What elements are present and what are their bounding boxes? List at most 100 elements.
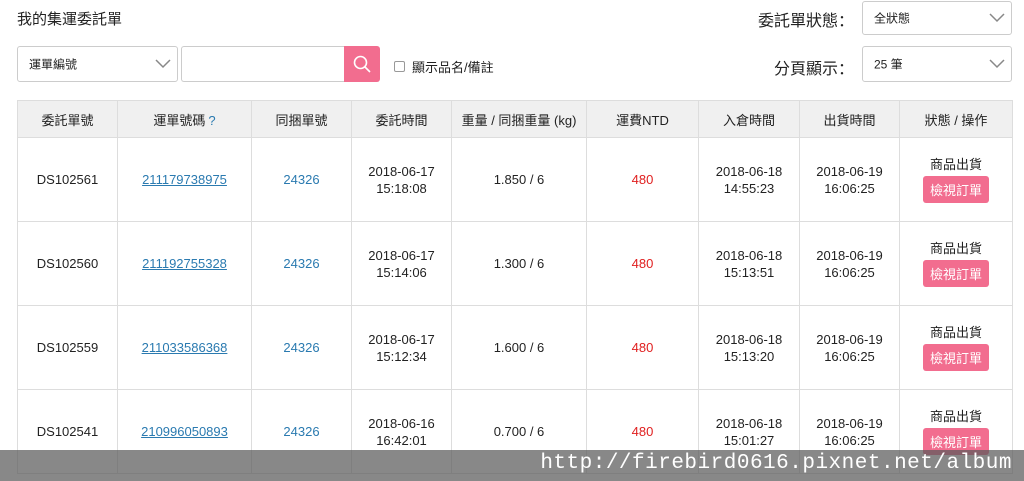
tracking-no-link[interactable]: 211179738975 xyxy=(142,172,227,187)
orders-table: 委託單號 運單號碼? 同捆單號 委託時間 重量 / 同捆重量 (kg) 運費NT… xyxy=(17,100,1013,474)
bundle-no[interactable]: 24326 xyxy=(283,424,319,439)
per-page-select[interactable]: 25 筆 xyxy=(862,46,1012,82)
table-row: DS102559 211033586368 24326 2018-06-17 15… xyxy=(17,305,1013,390)
order-time: 15:14:06 xyxy=(376,264,427,280)
ship-time-cell: 2018-06-19 16:06:25 xyxy=(799,221,900,306)
help-icon[interactable]: ? xyxy=(208,113,215,128)
ship-time: 16:06:25 xyxy=(824,348,875,364)
col-ship-time: 出貨時間 xyxy=(799,100,900,138)
status-text: 商品出貨 xyxy=(929,241,982,256)
tracking-no-link[interactable]: 211192755328 xyxy=(142,256,227,271)
per-page-select-value: 25 筆 xyxy=(874,57,903,72)
tracking-no-cell: 211179738975 xyxy=(117,137,252,222)
search-input[interactable] xyxy=(181,46,345,82)
col-status: 狀態 / 操作 xyxy=(899,100,1013,138)
in-date: 2018-06-18 xyxy=(715,331,783,347)
order-time: 15:18:08 xyxy=(376,180,427,196)
order-date: 2018-06-17 xyxy=(368,163,435,179)
orders-table-container: 委託單號 運單號碼? 同捆單號 委託時間 重量 / 同捆重量 (kg) 運費NT… xyxy=(17,100,1013,474)
table-row: DS102561 211179738975 24326 2018-06-17 15… xyxy=(17,137,1013,222)
status-select[interactable]: 全狀態 xyxy=(862,1,1012,35)
in-time: 15:13:20 xyxy=(723,348,775,364)
per-page-label: 分頁顯示： xyxy=(773,61,854,78)
status-text: 商品出貨 xyxy=(929,157,982,172)
status-cell: 商品出貨 檢視訂單 xyxy=(899,221,1013,306)
show-note-checkbox[interactable] xyxy=(394,61,405,72)
weight: 1.600 / 6 xyxy=(451,305,587,390)
order-time-cell: 2018-06-17 15:12:34 xyxy=(351,305,452,390)
status-filter-label: 委託單狀態： xyxy=(757,13,854,30)
in-time: 14:55:23 xyxy=(723,180,775,196)
in-date: 2018-06-18 xyxy=(715,415,783,431)
bundle-no-cell: 24326 xyxy=(251,137,352,222)
in-time-cell: 2018-06-18 14:55:23 xyxy=(698,137,800,222)
ship-date: 2018-06-19 xyxy=(816,247,883,263)
col-order-time: 委託時間 xyxy=(351,100,452,138)
in-time: 15:13:51 xyxy=(723,264,775,280)
in-time: 15:01:27 xyxy=(723,432,775,448)
bundle-no[interactable]: 24326 xyxy=(283,340,319,355)
ship-time-cell: 2018-06-19 16:06:25 xyxy=(799,137,900,222)
status-text: 商品出貨 xyxy=(929,409,982,424)
order-no: DS102561 xyxy=(17,137,118,222)
watermark-bar: http://firebird0616.pixnet.net/album xyxy=(0,450,1024,481)
in-time-cell: 2018-06-18 15:13:51 xyxy=(698,221,800,306)
status-select-value: 全狀態 xyxy=(874,11,911,26)
view-order-button[interactable]: 檢視訂單 xyxy=(922,260,989,287)
col-in-time: 入倉時間 xyxy=(698,100,800,138)
table-row: DS102560 211192755328 24326 2018-06-17 15… xyxy=(17,221,1013,306)
fee: 480 xyxy=(586,137,699,222)
status-cell: 商品出貨 檢視訂單 xyxy=(899,305,1013,390)
chevron-down-icon xyxy=(989,59,1005,69)
col-order-no: 委託單號 xyxy=(17,100,118,138)
ship-date: 2018-06-19 xyxy=(816,415,883,431)
show-note-toggle[interactable]: 顯示品名/備註 xyxy=(394,57,494,76)
order-date: 2018-06-17 xyxy=(368,331,435,347)
order-no: DS102559 xyxy=(17,305,118,390)
table-header-row: 委託單號 運單號碼? 同捆單號 委託時間 重量 / 同捆重量 (kg) 運費NT… xyxy=(17,100,1013,138)
ship-date: 2018-06-19 xyxy=(816,331,883,347)
ship-date: 2018-06-19 xyxy=(816,163,883,179)
tracking-no-link[interactable]: 211033586368 xyxy=(142,340,228,355)
view-order-button[interactable]: 檢視訂單 xyxy=(922,176,989,203)
chevron-down-icon xyxy=(155,59,171,69)
order-date: 2018-06-17 xyxy=(368,247,435,263)
search-icon xyxy=(353,55,371,73)
tracking-no-cell: 211192755328 xyxy=(117,221,252,306)
status-cell: 商品出貨 檢視訂單 xyxy=(899,137,1013,222)
status-text: 商品出貨 xyxy=(929,325,982,340)
view-order-button[interactable]: 檢視訂單 xyxy=(922,344,989,371)
ship-time: 16:06:25 xyxy=(824,264,875,280)
bundle-no[interactable]: 24326 xyxy=(283,256,319,271)
order-time-cell: 2018-06-17 15:18:08 xyxy=(351,137,452,222)
order-date: 2018-06-16 xyxy=(368,415,435,431)
fee: 480 xyxy=(586,221,699,306)
search-type-select[interactable]: 運單編號 xyxy=(17,46,178,82)
weight: 1.300 / 6 xyxy=(451,221,587,306)
order-no: DS102560 xyxy=(17,221,118,306)
ship-time: 16:06:25 xyxy=(824,180,875,196)
search-type-value: 運單編號 xyxy=(29,57,78,72)
in-time-cell: 2018-06-18 15:13:20 xyxy=(698,305,800,390)
chevron-down-icon xyxy=(989,13,1005,23)
order-time: 15:12:34 xyxy=(376,348,427,364)
page-title: 我的集運委託單 xyxy=(17,11,123,28)
bundle-no-cell: 24326 xyxy=(251,305,352,390)
show-note-label: 顯示品名/備註 xyxy=(412,60,494,75)
col-fee: 運費NTD xyxy=(586,100,699,138)
order-time: 16:42:01 xyxy=(376,432,427,448)
col-bundle-no: 同捆單號 xyxy=(251,100,352,138)
ship-time-cell: 2018-06-19 16:06:25 xyxy=(799,305,900,390)
fee: 480 xyxy=(586,305,699,390)
col-weight: 重量 / 同捆重量 (kg) xyxy=(451,100,587,138)
watermark-text: http://firebird0616.pixnet.net/album xyxy=(540,452,1012,475)
bundle-no[interactable]: 24326 xyxy=(283,172,319,187)
col-tracking-no: 運單號碼? xyxy=(117,100,252,138)
col-tracking-no-label: 運單號碼 xyxy=(153,112,206,128)
tracking-no-link[interactable]: 210996050893 xyxy=(141,424,228,439)
in-date: 2018-06-18 xyxy=(715,163,783,179)
order-time-cell: 2018-06-17 15:14:06 xyxy=(351,221,452,306)
weight: 1.850 / 6 xyxy=(451,137,587,222)
search-button[interactable] xyxy=(344,46,380,82)
bundle-no-cell: 24326 xyxy=(251,221,352,306)
